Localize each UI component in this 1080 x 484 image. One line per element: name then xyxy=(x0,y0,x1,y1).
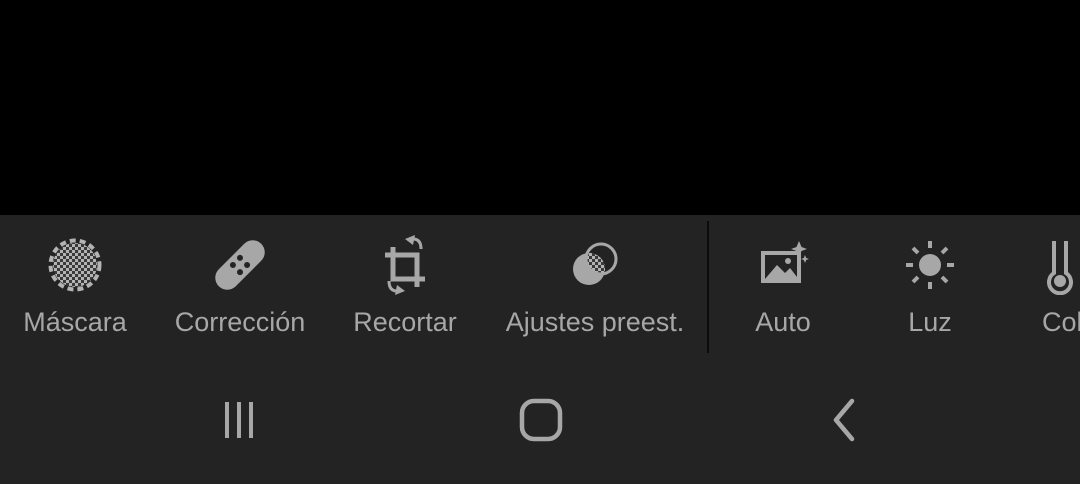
bandage-icon xyxy=(205,215,275,315)
edit-toolbar: Máscara Corrección Recortar Ajustes pree… xyxy=(0,215,1080,355)
tool-color[interactable]: Col xyxy=(1040,215,1080,355)
tool-healing[interactable]: Corrección xyxy=(170,215,310,355)
tool-mask[interactable]: Máscara xyxy=(23,215,127,355)
image-preview-area xyxy=(0,0,1080,215)
sun-icon xyxy=(895,215,965,315)
tool-label: Auto xyxy=(755,307,811,337)
mask-icon xyxy=(40,215,110,315)
tool-label: Corrección xyxy=(174,307,306,337)
back-button[interactable] xyxy=(798,385,888,460)
tool-label: Ajustes preest. xyxy=(505,307,685,337)
presets-icon xyxy=(560,215,630,315)
auto-image-sparkle-icon xyxy=(748,215,818,315)
crop-rotate-icon xyxy=(370,215,440,315)
tool-auto[interactable]: Auto xyxy=(748,215,818,355)
recent-apps-icon xyxy=(219,400,259,445)
thermometer-icon xyxy=(1040,215,1080,315)
home-icon xyxy=(519,398,563,447)
system-navigation-bar xyxy=(0,355,1080,484)
tool-presets[interactable]: Ajustes preest. xyxy=(500,215,690,355)
tool-label: Luz xyxy=(908,307,952,337)
tool-label: Col xyxy=(1042,307,1080,337)
tool-crop[interactable]: Recortar xyxy=(345,215,465,355)
tool-label: Máscara xyxy=(23,307,127,337)
tool-label: Recortar xyxy=(353,307,457,337)
home-button[interactable] xyxy=(496,385,586,460)
recent-apps-button[interactable] xyxy=(194,385,284,460)
tool-light[interactable]: Luz xyxy=(895,215,965,355)
back-icon xyxy=(828,398,858,447)
toolbar-divider xyxy=(707,221,709,353)
